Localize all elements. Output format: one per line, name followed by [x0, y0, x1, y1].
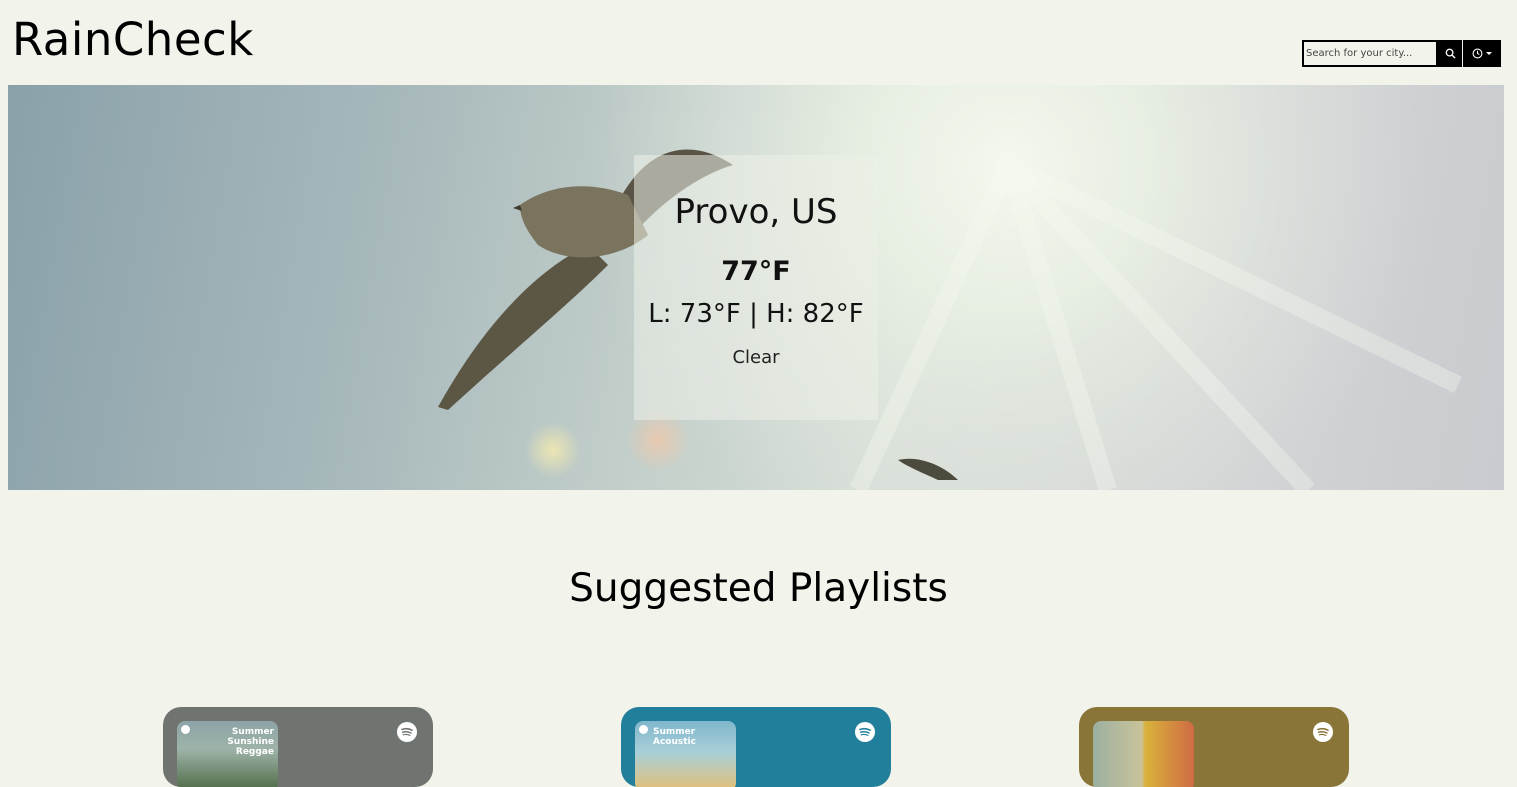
chevron-down-icon — [1486, 52, 1492, 55]
spotify-mini-icon — [639, 725, 648, 734]
spotify-icon[interactable] — [1313, 722, 1333, 742]
search-input[interactable] — [1302, 40, 1438, 67]
weather-condition: Clear — [732, 347, 780, 368]
playlist-cover-image: Summer Sunshine Reggae — [177, 721, 278, 787]
header: RainCheck — [0, 0, 1517, 85]
search-bar — [1302, 40, 1501, 67]
playlist-card[interactable] — [1079, 707, 1349, 787]
current-temperature: 77°F — [721, 256, 791, 287]
spotify-mini-icon — [181, 725, 190, 734]
search-icon — [1445, 48, 1456, 59]
playlist-cover-image: Summer Acoustic — [635, 721, 736, 787]
app-title: RainCheck — [12, 13, 254, 66]
playlist-cover-label: Summer Sunshine Reggae — [227, 727, 274, 757]
city-name: Provo, US — [674, 192, 838, 232]
playlist-card[interactable]: Summer Acoustic — [621, 707, 891, 787]
playlist-card[interactable]: Summer Sunshine Reggae — [163, 707, 433, 787]
spotify-icon[interactable] — [397, 722, 417, 742]
temperature-range: L: 73°F | H: 82°F — [648, 299, 864, 329]
weather-card: Provo, US 77°F L: 73°F | H: 82°F Clear — [634, 155, 878, 420]
playlist-cover-label: Summer Acoustic — [653, 727, 696, 747]
clock-icon — [1472, 48, 1483, 59]
playlist-cover-image — [1093, 721, 1194, 787]
history-dropdown-button[interactable] — [1463, 40, 1501, 67]
section-title-suggested-playlists: Suggested Playlists — [569, 566, 948, 611]
weather-hero-banner: Provo, US 77°F L: 73°F | H: 82°F Clear — [8, 85, 1504, 490]
spotify-icon[interactable] — [855, 722, 875, 742]
search-button[interactable] — [1438, 40, 1462, 67]
